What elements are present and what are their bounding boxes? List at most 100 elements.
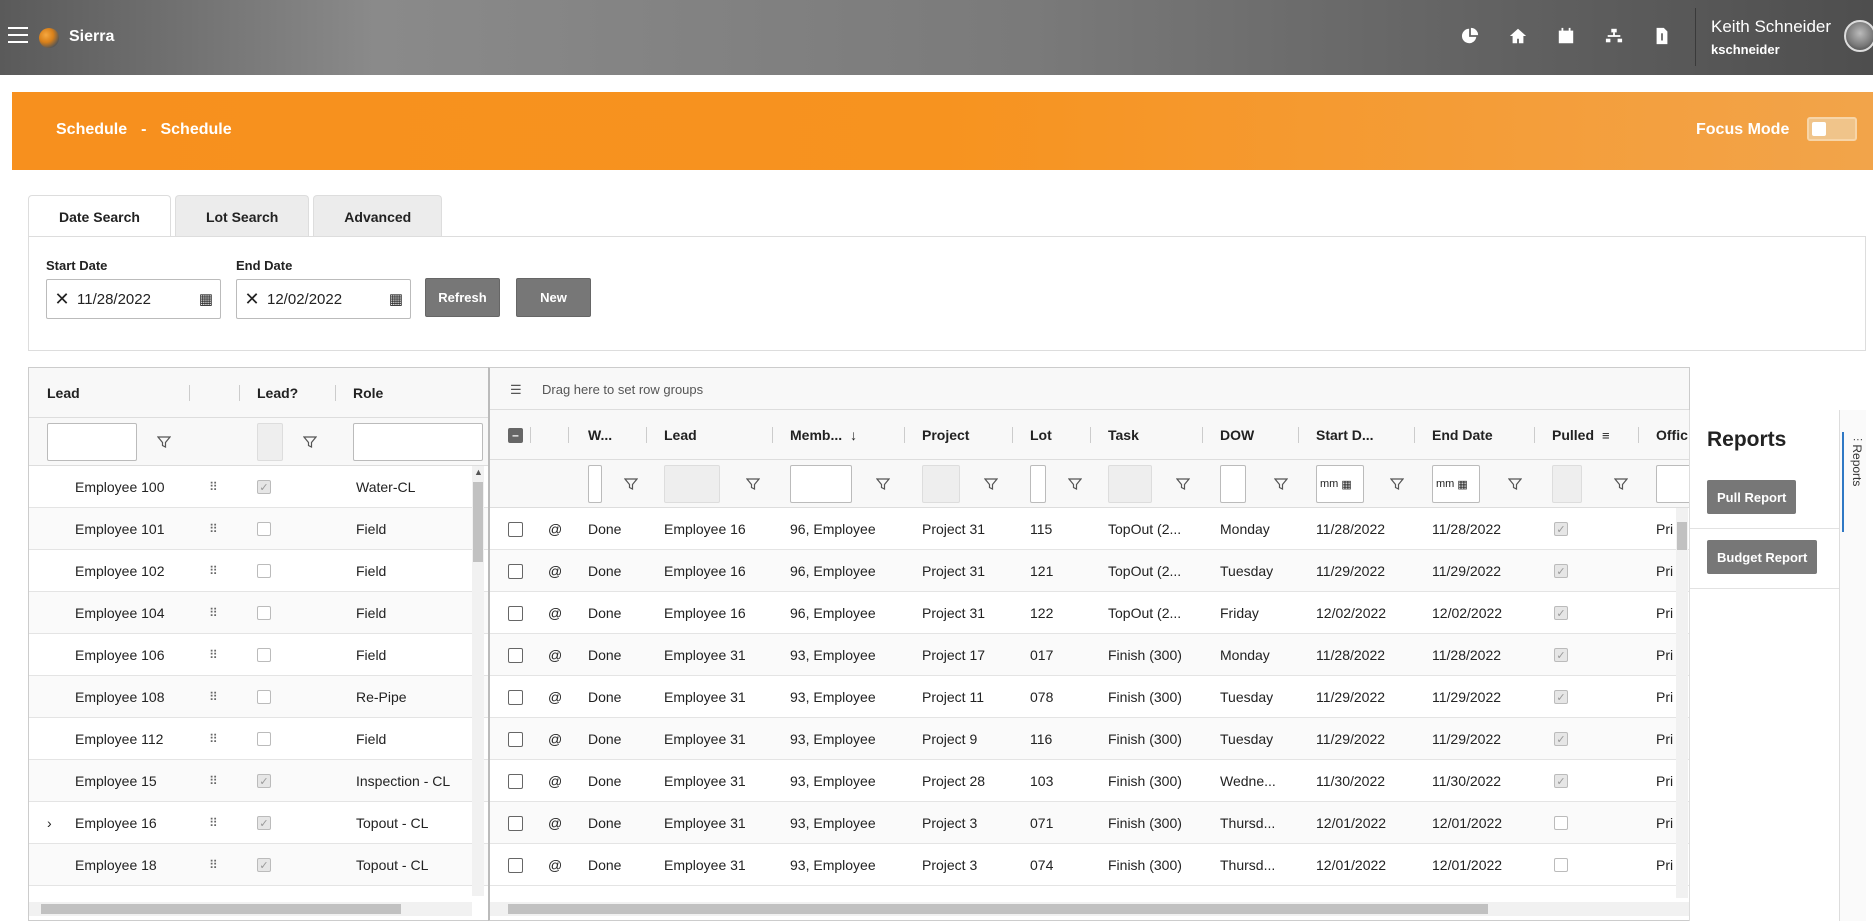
end-date-filter[interactable]: mm ▦ <box>1432 465 1480 503</box>
document-dollar-icon[interactable] <box>1652 26 1672 46</box>
tab-advanced[interactable]: Advanced <box>313 195 443 237</box>
drag-handle-icon[interactable]: ⠿ <box>209 844 217 886</box>
office-filter-input[interactable] <box>1656 465 1689 503</box>
pie-chart-icon[interactable] <box>1460 26 1480 46</box>
expand-icon[interactable]: › <box>47 802 52 844</box>
col-header-office[interactable]: Offic <box>1656 410 1688 460</box>
new-button[interactable]: New <box>516 278 591 317</box>
drag-handle-icon[interactable]: ⠿ <box>209 718 217 760</box>
table-row[interactable]: Employee 18 ⠿ ✓ Topout - CL <box>29 844 488 886</box>
sitemap-icon[interactable] <box>1604 26 1624 46</box>
table-row[interactable]: @ Done Employee 16 96, Employee Project 31 12… <box>490 550 1689 592</box>
reports-side-tab[interactable]: ⫶ Reports <box>1839 410 1866 921</box>
row-select-checkbox[interactable] <box>508 550 523 592</box>
lead-filter-input[interactable] <box>47 423 137 461</box>
lot-filter-input[interactable] <box>1030 465 1046 503</box>
col-header-start-date[interactable]: Start D... <box>1316 410 1374 460</box>
calendar-icon[interactable]: ▦ <box>192 290 220 308</box>
drag-handle-icon[interactable]: ⠿ <box>209 466 217 508</box>
table-row[interactable]: Employee 106 ⠿ Field <box>29 634 488 676</box>
table-row[interactable]: @ Done Employee 31 93, Employee Project 11 07… <box>490 676 1689 718</box>
role-filter-input[interactable] <box>353 423 483 461</box>
filter-icon[interactable] <box>983 477 999 491</box>
col-header-lead-flag[interactable]: Lead? <box>257 368 298 418</box>
filter-icon[interactable] <box>1389 477 1405 491</box>
row-select-checkbox[interactable] <box>508 802 523 844</box>
row-select-checkbox[interactable] <box>508 760 523 802</box>
row-select-checkbox[interactable] <box>508 676 523 718</box>
table-row[interactable]: @ Done Employee 31 93, Employee Project 9 116… <box>490 718 1689 760</box>
col-header-end-date[interactable]: End Date <box>1432 410 1493 460</box>
filter-icon[interactable] <box>156 435 172 449</box>
start-date-input[interactable]: ✕ 11/28/2022 ▦ <box>46 279 221 319</box>
table-row[interactable]: Employee 101 ⠿ Field <box>29 508 488 550</box>
avatar[interactable] <box>1844 20 1873 52</box>
table-row[interactable]: Employee 100 ⠿ ✓ Water-CL <box>29 466 488 508</box>
member-filter-input[interactable] <box>790 465 852 503</box>
table-row[interactable]: Employee 15 ⠿ ✓ Inspection - CL <box>29 760 488 802</box>
refresh-button[interactable]: Refresh <box>425 278 500 317</box>
col-header-member[interactable]: Memb... ↓ <box>790 410 857 460</box>
lead-grid-hscroll[interactable] <box>29 902 472 916</box>
tab-lot-search[interactable]: Lot Search <box>174 195 310 237</box>
table-row[interactable]: Employee 104 ⠿ Field <box>29 592 488 634</box>
col-header-task[interactable]: Task <box>1108 410 1139 460</box>
filter-icon[interactable] <box>302 435 318 449</box>
col-header-lot[interactable]: Lot <box>1030 410 1052 460</box>
table-row[interactable]: @ Done Employee 31 93, Employee Project 28 10… <box>490 760 1689 802</box>
table-row[interactable]: @ Done Employee 31 93, Employee Project 3 071… <box>490 802 1689 844</box>
filter-icon[interactable] <box>875 477 891 491</box>
schedule-grid-hscroll[interactable] <box>490 902 1689 916</box>
row-select-checkbox[interactable] <box>508 634 523 676</box>
filter-icon[interactable] <box>1507 477 1523 491</box>
filter-icon[interactable] <box>1613 477 1629 491</box>
end-date-input[interactable]: ✕ 12/02/2022 ▦ <box>236 279 411 319</box>
drag-handle-icon[interactable]: ⠿ <box>209 634 217 676</box>
table-row[interactable]: @ Done Employee 31 93, Employee Project 3 074… <box>490 844 1689 886</box>
start-date-filter[interactable]: mm ▦ <box>1316 465 1364 503</box>
drag-handle-icon[interactable]: ⠿ <box>209 802 217 844</box>
filter-icon[interactable] <box>1067 477 1083 491</box>
focus-mode-toggle[interactable] <box>1807 117 1857 141</box>
table-row[interactable]: Employee 108 ⠿ Re-Pipe <box>29 676 488 718</box>
breadcrumb-item[interactable]: Schedule <box>56 121 127 138</box>
drag-handle-icon[interactable]: ⠿ <box>209 676 217 718</box>
col-header-lead[interactable]: Lead <box>664 410 697 460</box>
col-header-role[interactable]: Role <box>353 368 383 418</box>
table-row[interactable]: Employee 102 ⠿ Field <box>29 550 488 592</box>
tab-date-search[interactable]: Date Search <box>28 195 171 238</box>
filter-icon[interactable] <box>745 477 761 491</box>
schedule-grid-vscroll[interactable] <box>1676 508 1688 898</box>
table-row[interactable]: @ Done Employee 16 96, Employee Project 31 12… <box>490 592 1689 634</box>
clear-icon[interactable]: ✕ <box>47 289 77 310</box>
table-row[interactable]: Employee 112 ⠿ Field <box>29 718 488 760</box>
home-icon[interactable] <box>1508 26 1528 46</box>
reports-side-tab-label[interactable]: ⫶ Reports <box>1842 432 1864 532</box>
row-select-checkbox[interactable] <box>508 844 523 886</box>
drag-handle-icon[interactable]: ⠿ <box>209 550 217 592</box>
filter-icon[interactable] <box>1175 477 1191 491</box>
budget-report-button[interactable]: Budget Report <box>1707 540 1818 574</box>
pull-report-button[interactable]: Pull Report <box>1707 480 1797 514</box>
col-header-pulled[interactable]: Pulled ≡ <box>1552 410 1610 460</box>
row-group-bar[interactable]: ☰ Drag here to set row groups <box>490 368 1689 410</box>
row-select-checkbox[interactable] <box>508 508 523 550</box>
drag-handle-icon[interactable]: ⠿ <box>209 508 217 550</box>
col-header-lead[interactable]: Lead <box>47 368 80 418</box>
drag-handle-icon[interactable]: ⠿ <box>209 592 217 634</box>
col-header-w[interactable]: W... <box>588 410 612 460</box>
select-all-checkbox[interactable]: – <box>508 410 523 460</box>
dow-filter-input[interactable] <box>1220 465 1246 503</box>
w-filter-input[interactable] <box>588 465 602 503</box>
clear-icon[interactable]: ✕ <box>237 289 267 310</box>
col-header-project[interactable]: Project <box>922 410 969 460</box>
drag-handle-icon[interactable]: ⠿ <box>209 760 217 802</box>
row-select-checkbox[interactable] <box>508 718 523 760</box>
filter-icon[interactable] <box>623 477 639 491</box>
hamburger-icon[interactable] <box>8 27 28 45</box>
lead-grid-vscroll[interactable]: ▲ <box>472 466 484 896</box>
calendar-icon[interactable] <box>1556 26 1576 46</box>
column-menu-icon[interactable]: ≡ <box>1602 428 1610 443</box>
col-header-dow[interactable]: DOW <box>1220 410 1254 460</box>
table-row[interactable]: @ Done Employee 31 93, Employee Project 17 01… <box>490 634 1689 676</box>
